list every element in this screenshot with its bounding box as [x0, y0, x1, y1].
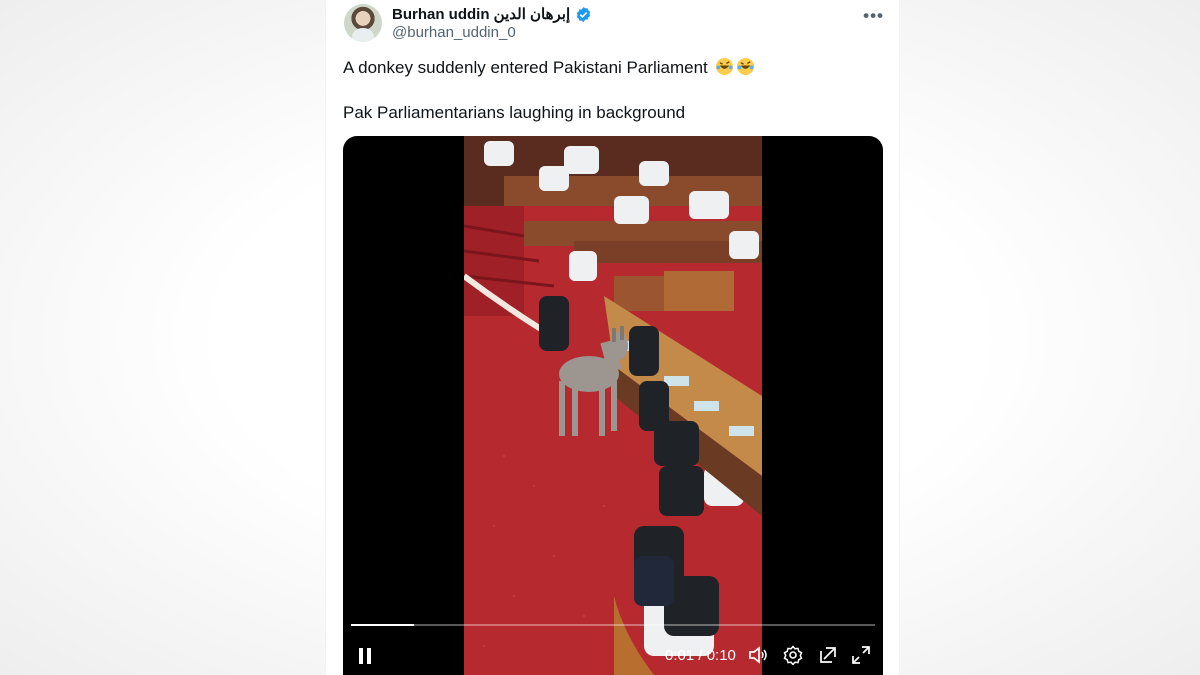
avatar[interactable] [344, 4, 382, 42]
video-player[interactable]: 0:01 / 0:10 [343, 136, 883, 675]
more-options-icon[interactable]: ••• [863, 6, 884, 26]
video-controls: 0:01 / 0:10 [343, 642, 883, 670]
handle[interactable]: @burhan_uddin_0 [392, 24, 516, 41]
pop-out-icon[interactable] [818, 645, 838, 665]
tweet-card: Burhan uddin إبرهان الدين @burhan_uddin_… [325, 0, 900, 675]
verified-badge-icon [576, 6, 591, 22]
display-name[interactable]: Burhan uddin إبرهان الدين [392, 5, 570, 23]
fullscreen-icon[interactable] [851, 645, 871, 665]
pause-icon[interactable] [357, 647, 373, 665]
settings-icon[interactable] [783, 645, 803, 665]
seekbar-progress [351, 624, 414, 626]
tweet-text-line-2: Pak Parliamentarians laughing in backgro… [343, 103, 686, 122]
video-frame [464, 136, 762, 675]
laughing-emoji-icon [715, 57, 733, 76]
tweet-text: A donkey suddenly entered Pakistani Parl… [343, 58, 708, 77]
author-row: Burhan uddin إبرهان الدين [392, 5, 592, 23]
parliament-scene [464, 136, 762, 675]
video-seekbar[interactable] [351, 624, 875, 626]
tweet-text-line-1: A donkey suddenly entered Pakistani Parl… [343, 57, 755, 79]
volume-icon[interactable] [748, 645, 768, 665]
laughing-emoji-icon [736, 57, 754, 76]
video-time: 0:01 / 0:10 [665, 647, 736, 664]
